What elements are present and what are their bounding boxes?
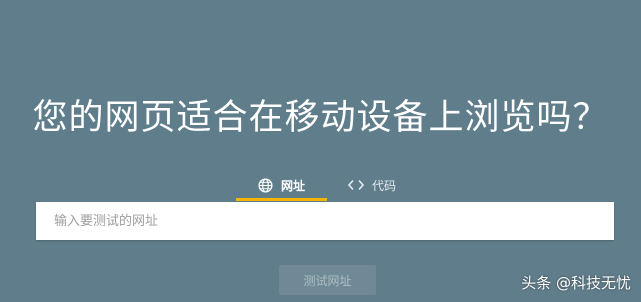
url-input-container xyxy=(36,202,614,240)
globe-icon xyxy=(258,177,273,193)
tab-code-label: 代码 xyxy=(371,178,396,193)
code-icon xyxy=(347,179,364,191)
page-title: 您的网页适合在移动设备上浏览吗？ xyxy=(32,98,609,138)
url-input[interactable] xyxy=(36,202,614,240)
test-url-button[interactable]: 测试网址 xyxy=(279,265,376,295)
watermark: 头条 @科技无忧 xyxy=(521,274,631,292)
tab-code[interactable]: 代码 xyxy=(337,170,407,200)
tab-url[interactable]: 网址 xyxy=(236,170,327,200)
input-mode-tabs: 网址 代码 xyxy=(0,170,641,202)
active-tab-indicator xyxy=(236,198,327,201)
tab-url-label: 网址 xyxy=(280,178,305,193)
